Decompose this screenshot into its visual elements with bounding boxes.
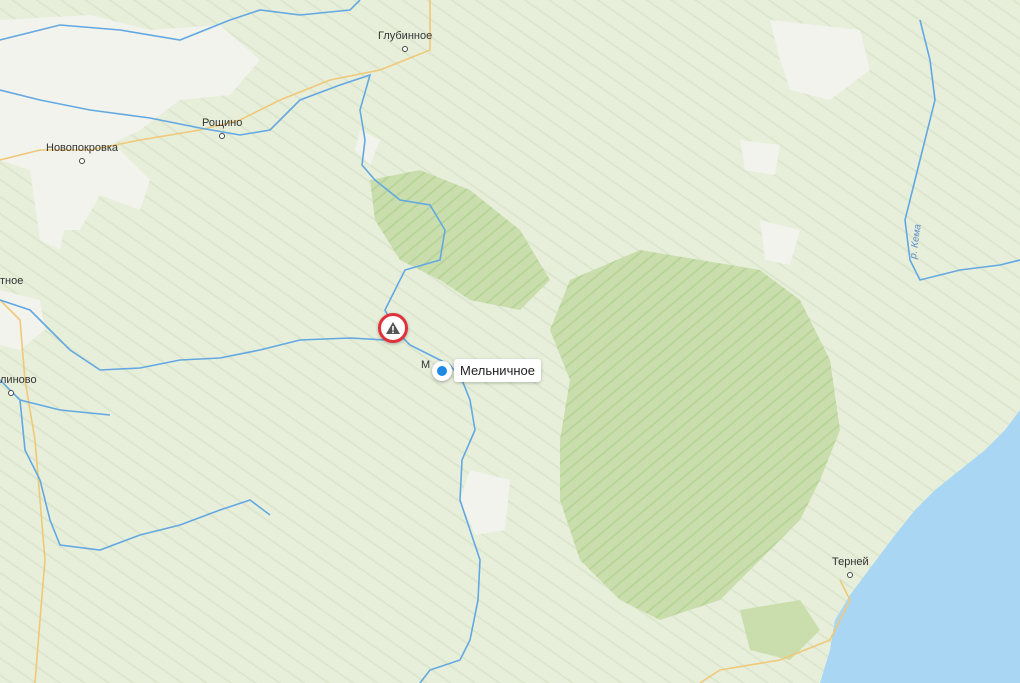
- selected-place-label[interactable]: Мельничное: [454, 359, 541, 382]
- warning-marker[interactable]: [378, 313, 408, 343]
- warning-triangle-icon: [386, 322, 400, 334]
- place-glubinnoe: Глубинное: [378, 30, 432, 52]
- map-terrain: [0, 0, 1020, 683]
- settlement-dot-icon: [402, 46, 409, 52]
- place-label: тное: [0, 275, 24, 287]
- settlement-dot-icon: [847, 572, 854, 578]
- place-stub-label: М: [421, 359, 431, 371]
- place-label: линово: [0, 374, 37, 386]
- place-west-partial: тное: [0, 275, 23, 288]
- settlement-dot-icon: [79, 158, 86, 164]
- place-label: Рощино: [202, 117, 243, 129]
- place-label: Новопокровка: [46, 142, 119, 154]
- place-roshchino: Рощино: [202, 117, 242, 139]
- settlement-dot-icon: [219, 133, 226, 139]
- location-pin-icon[interactable]: [432, 361, 452, 381]
- place-novopokrovka: Новопокровка: [46, 142, 118, 164]
- place-southwest-partial: линово: [0, 374, 37, 396]
- place-label: Глубинное: [378, 30, 433, 42]
- place-label: Терней: [832, 556, 869, 568]
- settlement-dot-icon: [8, 390, 14, 396]
- place-terney: Терней: [832, 556, 869, 578]
- map-canvas[interactable]: Глубинное Рощино Новопокровка тное линов…: [0, 0, 1020, 683]
